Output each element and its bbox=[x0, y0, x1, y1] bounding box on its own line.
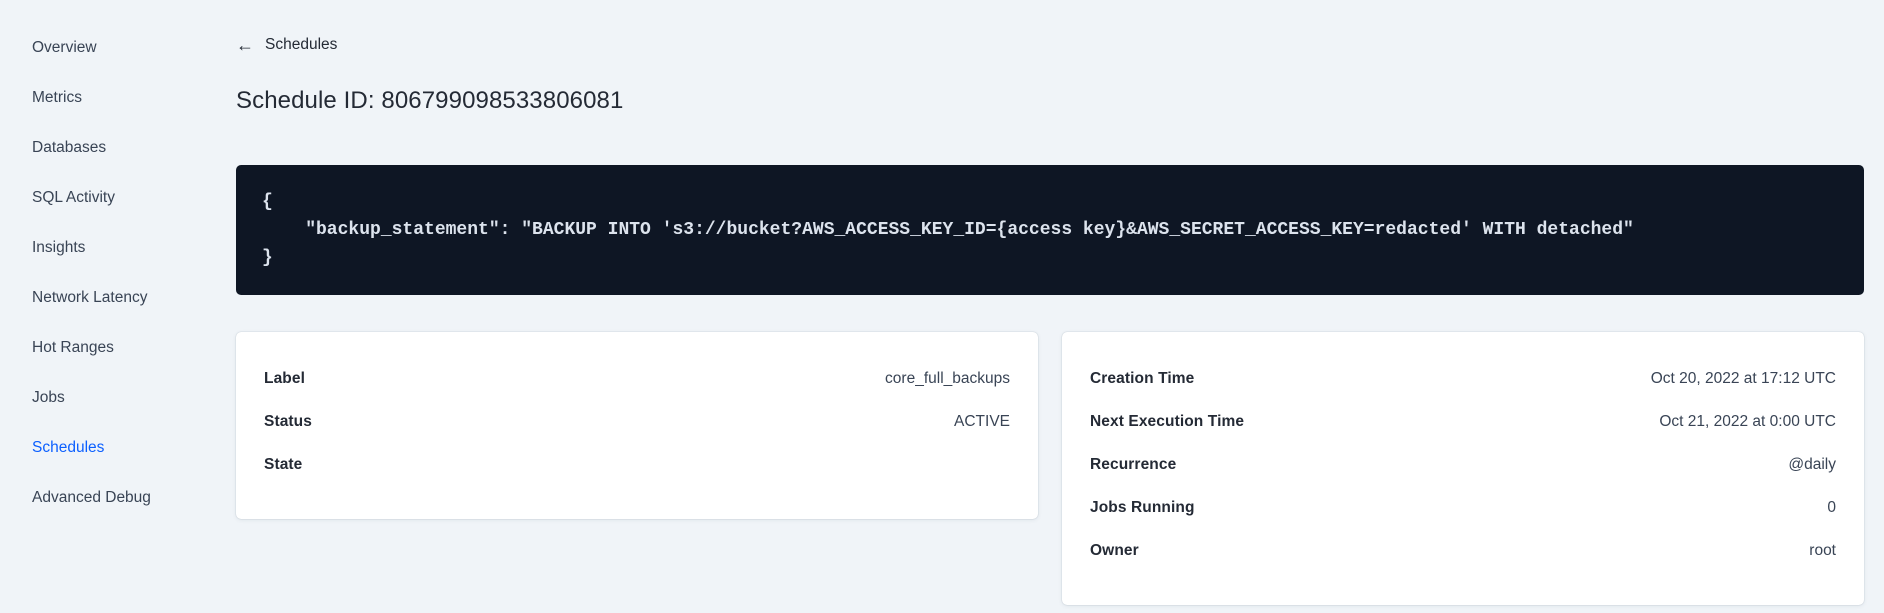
sidebar-item-overview[interactable]: Overview bbox=[0, 23, 220, 73]
info-row-recurrence-key: Recurrence bbox=[1090, 455, 1177, 473]
info-row-jobs-running: Jobs Running 0 bbox=[1090, 486, 1836, 529]
sidebar-item-network-latency[interactable]: Network Latency bbox=[0, 273, 220, 323]
sidebar-item-hot-ranges[interactable]: Hot Ranges bbox=[0, 323, 220, 373]
info-row-label: Label core_full_backups bbox=[264, 357, 1010, 400]
sidebar-item-advanced-debug[interactable]: Advanced Debug bbox=[0, 473, 220, 523]
sidebar-item-jobs[interactable]: Jobs bbox=[0, 373, 220, 423]
backup-statement-code-text: { "backup_statement": "BACKUP INTO 's3:/… bbox=[262, 192, 1634, 268]
info-row-owner-key: Owner bbox=[1090, 541, 1139, 559]
page-title: Schedule ID: 806799098533806081 bbox=[236, 87, 624, 114]
sidebar-item-sql-activity[interactable]: SQL Activity bbox=[0, 173, 220, 223]
info-row-creation-time-value: Oct 20, 2022 at 17:12 UTC bbox=[1650, 369, 1836, 387]
info-row-owner: Owner root bbox=[1090, 529, 1836, 572]
execution-info-card: Creation Time Oct 20, 2022 at 17:12 UTC … bbox=[1062, 332, 1864, 605]
detail-cards-row: Label core_full_backups Status ACTIVE St… bbox=[236, 332, 1864, 605]
info-row-status: Status ACTIVE bbox=[264, 400, 1010, 443]
info-row-status-key: Status bbox=[264, 412, 312, 430]
info-row-state-key: State bbox=[264, 455, 303, 473]
back-button[interactable]: ← Schedules bbox=[236, 36, 337, 54]
schedule-info-card: Label core_full_backups Status ACTIVE St… bbox=[236, 332, 1038, 519]
sidebar-item-insights[interactable]: Insights bbox=[0, 223, 220, 273]
info-row-jobs-running-key: Jobs Running bbox=[1090, 498, 1195, 516]
info-row-state: State bbox=[264, 443, 1010, 486]
sidebar: Overview Metrics Databases SQL Activity … bbox=[0, 0, 220, 613]
info-row-creation-time: Creation Time Oct 20, 2022 at 17:12 UTC bbox=[1090, 357, 1836, 400]
back-arrow-icon: ← bbox=[236, 35, 254, 55]
info-row-label-value: core_full_backups bbox=[885, 369, 1010, 387]
info-row-next-execution-time: Next Execution Time Oct 21, 2022 at 0:00… bbox=[1090, 400, 1836, 443]
info-row-recurrence-value: @daily bbox=[1788, 455, 1836, 473]
info-row-recurrence: Recurrence @daily bbox=[1090, 443, 1836, 486]
sidebar-item-metrics[interactable]: Metrics bbox=[0, 73, 220, 123]
info-row-creation-time-key: Creation Time bbox=[1090, 369, 1195, 387]
main-content: ← Schedules Schedule ID: 806799098533806… bbox=[236, 0, 1864, 605]
info-row-status-value: ACTIVE bbox=[954, 412, 1010, 430]
back-button-label: Schedules bbox=[265, 36, 338, 53]
backup-statement-code-block: { "backup_statement": "BACKUP INTO 's3:/… bbox=[236, 165, 1864, 295]
sidebar-item-schedules[interactable]: Schedules bbox=[0, 423, 220, 473]
info-row-owner-value: root bbox=[1809, 541, 1836, 559]
info-row-next-execution-time-value: Oct 21, 2022 at 0:00 UTC bbox=[1659, 412, 1836, 430]
schedule-details-page: Overview Metrics Databases SQL Activity … bbox=[0, 0, 1884, 613]
info-row-jobs-running-value: 0 bbox=[1827, 498, 1836, 516]
info-row-next-execution-time-key: Next Execution Time bbox=[1090, 412, 1245, 430]
sidebar-item-databases[interactable]: Databases bbox=[0, 123, 220, 173]
info-row-label-key: Label bbox=[264, 369, 305, 387]
